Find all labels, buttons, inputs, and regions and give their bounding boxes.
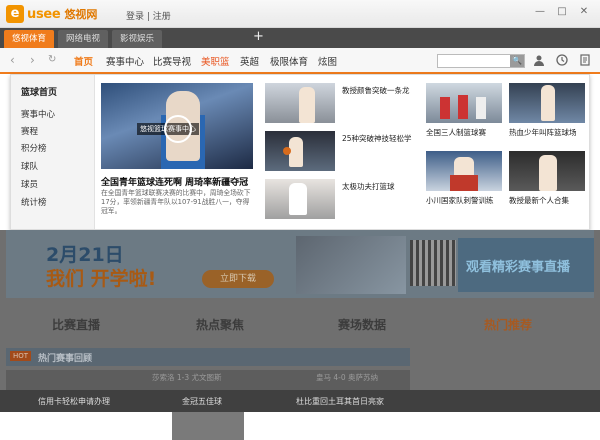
sidebar-item-teams[interactable]: 球队 bbox=[21, 160, 38, 172]
nav-match-guide[interactable]: 比赛导视 bbox=[153, 54, 191, 68]
sidebar-item-stats[interactable]: 统计榜 bbox=[21, 196, 47, 208]
auth-links: 登录 | 注册 bbox=[126, 9, 171, 22]
featured-video[interactable]: 悠视篮球赛事中心 bbox=[101, 83, 253, 169]
ticker-item[interactable]: 信用卡轻松申请办理 bbox=[38, 396, 110, 407]
promo-banner[interactable]: 2月21日 我们 开学啦! 立即下载 观看精彩赛事直播 bbox=[6, 230, 594, 298]
history-icon[interactable] bbox=[556, 54, 568, 66]
hot-badge: HOT bbox=[10, 351, 32, 361]
nav-gallery[interactable]: 炫图 bbox=[318, 54, 337, 68]
thumb-label[interactable]: 全国三人制篮球赛 bbox=[426, 127, 486, 138]
search-input[interactable]: 🔍 bbox=[437, 54, 525, 68]
banner-graphic bbox=[296, 236, 406, 294]
window-controls: — □ ✕ bbox=[530, 4, 594, 20]
minimize-button[interactable]: — bbox=[530, 4, 550, 20]
featured-desc: 在全国青年篮球联赛决赛的比赛中，周琦全场砍下17分，率领新疆青年队以107-91… bbox=[101, 189, 251, 215]
login-link[interactable]: 登录 bbox=[126, 12, 144, 22]
tab-network-tv[interactable]: 网络电视 bbox=[58, 30, 109, 48]
nav-bar: ‹ › ↻ 首页 赛事中心 比赛导视 美职篮 英超 极限体育 炫图 🔍 bbox=[0, 48, 600, 74]
thumb-label[interactable]: 小川国家队刺警训练 bbox=[426, 195, 494, 206]
thumb-label[interactable]: 太极功夫打篮球 bbox=[342, 181, 395, 192]
qr-code bbox=[410, 240, 456, 286]
thumb-label[interactable]: 教授最新个人合集 bbox=[509, 195, 569, 206]
auth-separator: | bbox=[144, 12, 153, 22]
sidebar-item-event-center[interactable]: 赛事中心 bbox=[21, 108, 55, 120]
hot-review-header: HOT 热门赛事回顾 bbox=[6, 348, 410, 366]
thumb-video[interactable] bbox=[426, 151, 502, 191]
thumb-label[interactable]: 教授颜鲁突破一条龙 bbox=[342, 85, 410, 96]
back-icon[interactable]: ‹ bbox=[10, 53, 15, 67]
maximize-button[interactable]: □ bbox=[552, 4, 572, 20]
section-live[interactable]: 比赛直播 bbox=[52, 316, 100, 333]
logo-mark: e bbox=[6, 5, 24, 23]
ticker-item[interactable]: 金冠五佳球 bbox=[182, 396, 222, 407]
banner-date: 2月21日 bbox=[46, 244, 124, 266]
banner-download-button[interactable]: 立即下载 bbox=[202, 270, 274, 288]
nav-home[interactable]: 首页 bbox=[74, 54, 93, 68]
section-recommend[interactable]: 热门推荐 bbox=[484, 316, 532, 333]
tab-film-entertainment[interactable]: 影视娱乐 bbox=[112, 30, 163, 48]
thumb-video[interactable] bbox=[265, 179, 335, 219]
banner-right-text: 观看精彩赛事直播 bbox=[466, 260, 571, 275]
refresh-icon[interactable]: ↻ bbox=[48, 54, 56, 65]
tab-bar: 悠视体育 网络电视 影视娱乐 设置 + bbox=[0, 28, 600, 440]
bottom-ticker: 信用卡轻松申请办理 金冠五佳球 杜比重回土耳其首日亮家 bbox=[0, 390, 600, 412]
thumb-video[interactable] bbox=[265, 83, 335, 123]
logo-text: usee bbox=[27, 6, 61, 22]
title-bar: e usee 悠视网 登录 | 注册 — □ ✕ bbox=[0, 0, 600, 28]
dimmed-page: 2月21日 我们 开学啦! 立即下载 观看精彩赛事直播 比赛直播 热点聚焦 赛场… bbox=[0, 230, 600, 412]
bookmark-icon[interactable] bbox=[579, 54, 591, 66]
search-icon[interactable]: 🔍 bbox=[510, 55, 524, 67]
play-icon[interactable] bbox=[164, 115, 192, 143]
section-data[interactable]: 赛场数据 bbox=[338, 316, 386, 333]
hot-review-title[interactable]: 热门赛事回顾 bbox=[38, 351, 92, 364]
banner-right[interactable]: 观看精彩赛事直播 bbox=[458, 238, 594, 292]
section-tabs: 比赛直播 热点聚焦 赛场数据 热门推荐 bbox=[0, 312, 600, 338]
logo-cn: 悠视网 bbox=[64, 8, 98, 21]
featured-title[interactable]: 全国青年篮球连死啊 周琦率新疆夺冠 bbox=[101, 175, 261, 188]
tab-youshi-sports[interactable]: 悠视体育 bbox=[4, 30, 55, 48]
banner-slogan: 我们 开学啦! bbox=[46, 268, 157, 290]
register-link[interactable]: 注册 bbox=[153, 12, 171, 22]
section-focus[interactable]: 热点聚焦 bbox=[196, 316, 244, 333]
thumb-label[interactable]: 25种突破神技轻松学 bbox=[342, 133, 412, 144]
sidebar-item-standings[interactable]: 积分榜 bbox=[21, 142, 47, 154]
thumb-label[interactable]: 热血少年叫阵篮球场 bbox=[509, 127, 577, 138]
thumb-video[interactable] bbox=[426, 83, 502, 123]
user-icon[interactable] bbox=[533, 54, 545, 66]
nav-nba[interactable]: 美职篮 bbox=[201, 54, 230, 68]
nav-extreme-sports[interactable]: 极限体育 bbox=[270, 54, 308, 68]
nav-premier-league[interactable]: 英超 bbox=[240, 54, 259, 68]
basketball-dropdown: 篮球首页 赛事中心 赛程 积分榜 球队 球员 统计榜 悠视篮球赛事中心 全国青年… bbox=[10, 74, 590, 230]
sidebar-item-players[interactable]: 球员 bbox=[21, 178, 38, 190]
sidebar: 篮球首页 赛事中心 赛程 积分榜 球队 球员 统计榜 bbox=[11, 75, 95, 229]
forward-icon[interactable]: › bbox=[30, 53, 35, 67]
sidebar-title[interactable]: 篮球首页 bbox=[21, 85, 57, 98]
thumb-video[interactable] bbox=[509, 83, 585, 123]
thumb-video[interactable] bbox=[509, 151, 585, 191]
app-logo: e usee 悠视网 bbox=[6, 5, 97, 23]
thumb-video[interactable] bbox=[265, 131, 335, 171]
row-item[interactable]: 皇马 4-0 奥萨苏纳 bbox=[316, 372, 378, 383]
row-item[interactable]: 莎索洛 1-3 尤文图斯 bbox=[152, 372, 222, 383]
sidebar-item-schedule[interactable]: 赛程 bbox=[21, 125, 38, 137]
nav-event-center[interactable]: 赛事中心 bbox=[106, 54, 144, 68]
ticker-item[interactable]: 杜比重回土耳其首日亮家 bbox=[296, 396, 384, 407]
close-button[interactable]: ✕ bbox=[574, 4, 594, 20]
new-tab-button[interactable]: + bbox=[253, 29, 264, 44]
